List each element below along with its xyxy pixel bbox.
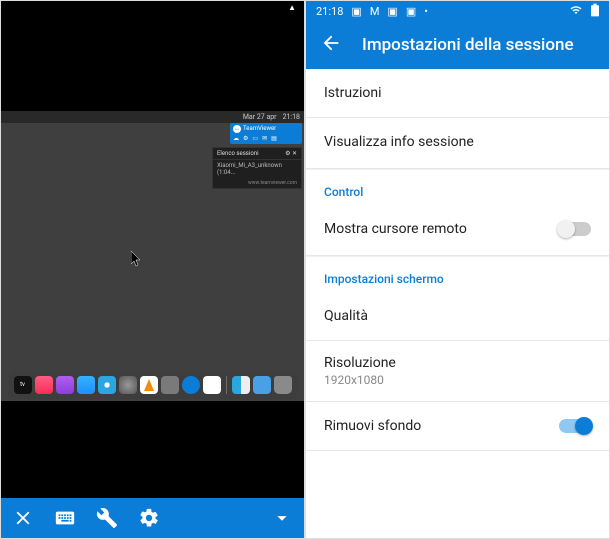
row-label: Qualità	[324, 308, 591, 324]
status-image-icon: ▣	[351, 5, 361, 18]
dock-app-document[interactable]	[203, 376, 221, 394]
row-label: Rimuovi sfondo	[324, 418, 559, 434]
section-header-control: Control	[306, 169, 609, 205]
row-remove-background[interactable]: Rimuovi sfondo	[306, 402, 609, 450]
menubar-time: 21:18	[283, 113, 300, 121]
dock-app-music[interactable]	[35, 376, 53, 394]
dock-app-settings[interactable]	[119, 376, 137, 394]
status-wifi-icon	[569, 4, 583, 19]
dock-app-trash[interactable]	[274, 376, 292, 394]
remote-screen-panel: ▲ Mar 27 apr 21:18 ↔ TeamViewer ☁ ⚙ ▭ ✉	[0, 0, 305, 539]
dock-app-appletv[interactable]: tv	[14, 376, 32, 394]
menubar-date: Mar 27 apr	[243, 113, 277, 121]
tv-icon-bubble[interactable]: ☁	[233, 135, 239, 142]
row-session-info[interactable]: Visualizza info sessione	[306, 118, 609, 166]
row-label: Risoluzione	[324, 355, 591, 371]
teamviewer-toolbar-icons[interactable]: ☁ ⚙ ▭ ✉ ▤	[233, 135, 299, 142]
expand-button[interactable]	[270, 506, 294, 530]
device-status-bar: ▲	[1, 1, 304, 13]
android-status-bar: 21:18 ▣ M ▣ ▣ •	[306, 1, 609, 21]
close-session-button[interactable]	[11, 506, 35, 530]
teamviewer-session-list[interactable]: Elenco sessioni ⚙ ✕ Xiaomi_Mi_A3_unknown…	[212, 147, 302, 189]
tv-icon-more[interactable]: ▤	[271, 135, 277, 142]
tv-icon-settings[interactable]: ⚙	[243, 135, 248, 142]
appbar-title: Impostazioni della sessione	[362, 35, 574, 55]
tools-button[interactable]	[95, 506, 119, 530]
resolution-value: 1920x1080	[324, 373, 591, 387]
status-app2-icon: ▣	[406, 5, 416, 18]
wifi-icon: ▲	[288, 3, 296, 12]
dock-app-teamviewer[interactable]	[182, 376, 200, 394]
status-mail-icon: M	[370, 5, 380, 18]
back-button[interactable]	[320, 32, 342, 58]
remote-session-toolbar	[1, 498, 304, 538]
row-instructions[interactable]: Istruzioni	[306, 69, 609, 117]
settings-appbar: Impostazioni della sessione	[306, 21, 609, 69]
dock-app-folder[interactable]	[253, 376, 271, 394]
macos-menubar: Mar 27 apr 21:18	[1, 111, 304, 123]
session-settings-panel: 21:18 ▣ M ▣ ▣ • Impostazioni della sessi…	[305, 0, 610, 539]
divider	[306, 450, 609, 451]
row-label: Istruzioni	[324, 85, 591, 101]
session-list-link[interactable]: www.teamviewer.com	[213, 178, 301, 188]
keyboard-button[interactable]	[53, 506, 77, 530]
status-time: 21:18	[316, 5, 343, 18]
tv-icon-screen[interactable]: ▭	[252, 135, 258, 142]
status-dot-icon: •	[424, 5, 428, 18]
toggle-remove-background[interactable]	[559, 419, 591, 433]
dock-app-launchpad[interactable]	[161, 376, 179, 394]
teamviewer-brand: TeamViewer	[243, 125, 276, 132]
toggle-remote-cursor[interactable]	[559, 222, 591, 236]
session-list-item[interactable]: Xiaomi_Mi_A3_unknown (1:04...	[213, 160, 301, 178]
teamviewer-logo-icon: ↔	[233, 125, 241, 133]
status-app-icon: ▣	[387, 5, 397, 18]
settings-button[interactable]	[137, 506, 161, 530]
dock-separator	[226, 376, 227, 394]
row-resolution[interactable]: Risoluzione 1920x1080	[306, 341, 609, 401]
remote-cursor-icon	[131, 251, 143, 270]
section-header-screen: Impostazioni schermo	[306, 256, 609, 292]
dock-app-safari[interactable]	[98, 376, 116, 394]
macos-dock[interactable]: tv	[9, 371, 297, 399]
teamviewer-control-panel[interactable]: ↔ TeamViewer ☁ ⚙ ▭ ✉ ▤	[230, 123, 302, 144]
row-label: Mostra cursore remoto	[324, 221, 559, 237]
dock-app-vlc[interactable]	[140, 376, 158, 394]
row-label: Visualizza info sessione	[324, 134, 591, 150]
row-remote-cursor[interactable]: Mostra cursore remoto	[306, 205, 609, 253]
remote-desktop-viewport[interactable]: Mar 27 apr 21:18 ↔ TeamViewer ☁ ⚙ ▭ ✉ ▤	[1, 13, 304, 498]
session-list-header: Elenco sessioni ⚙ ✕	[213, 148, 301, 160]
row-quality[interactable]: Qualità	[306, 292, 609, 340]
tv-icon-chat[interactable]: ✉	[262, 135, 267, 142]
dock-app-podcasts[interactable]	[56, 376, 74, 394]
dock-app-finder[interactable]	[232, 376, 250, 394]
status-battery-icon	[591, 3, 599, 20]
dock-app-appstore[interactable]	[77, 376, 95, 394]
remote-macos-desktop[interactable]: Mar 27 apr 21:18 ↔ TeamViewer ☁ ⚙ ▭ ✉ ▤	[1, 111, 304, 401]
settings-list: Istruzioni Visualizza info sessione Cont…	[306, 69, 609, 538]
